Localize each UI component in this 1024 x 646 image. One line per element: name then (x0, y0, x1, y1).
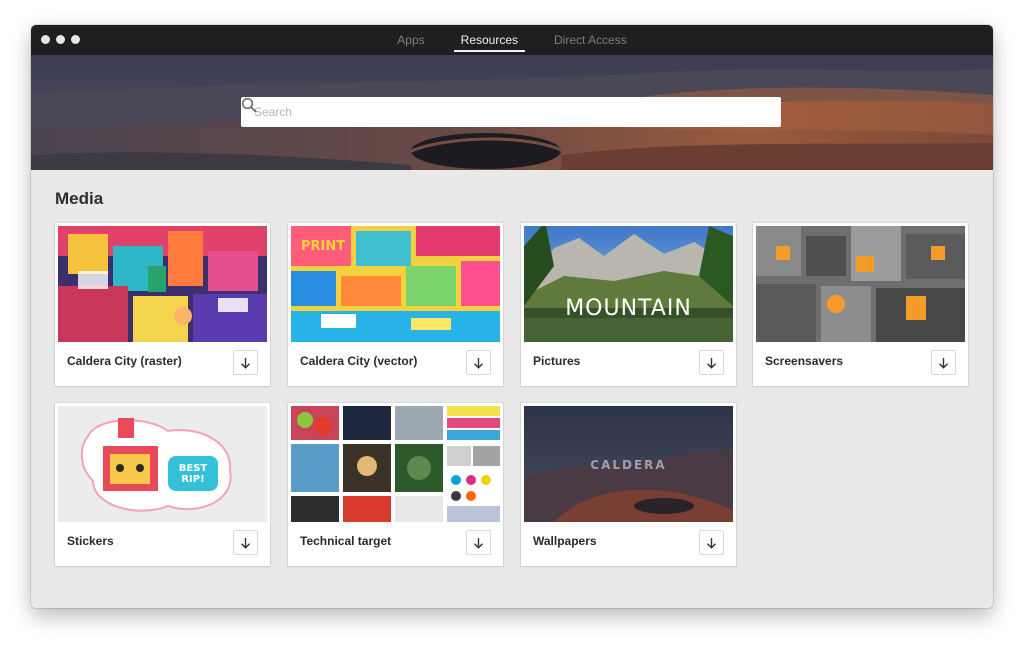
card-label: Screensavers (765, 354, 844, 368)
media-card-caldera-city-vector[interactable]: PRINT Caldera City (vector) (288, 223, 503, 386)
card-label: Caldera City (raster) (67, 354, 182, 368)
download-icon (707, 357, 716, 369)
media-card-caldera-city-raster[interactable]: Caldera City (raster) (55, 223, 270, 386)
search-icon[interactable] (241, 97, 257, 113)
title-bar: Apps Resources Direct Access (31, 25, 993, 55)
app-window: Apps Resources Direct Access Search Medi… (31, 25, 993, 608)
media-card-stickers[interactable]: BEST RIP! Stickers (55, 403, 270, 566)
media-card-pictures[interactable]: MOUNTAIN Pictures (521, 223, 736, 386)
thumbnail-pictures: MOUNTAIN (524, 226, 733, 342)
download-button[interactable] (699, 530, 724, 555)
download-button[interactable] (233, 530, 258, 555)
section-title-media: Media (55, 189, 104, 208)
hero-banner (31, 55, 993, 170)
download-icon (939, 357, 948, 369)
thumbnail-stickers: BEST RIP! (58, 406, 267, 522)
download-icon (474, 537, 483, 549)
svg-text:PRINT: PRINT (301, 239, 345, 254)
download-icon (707, 537, 716, 549)
card-label: Wallpapers (533, 534, 597, 548)
thumbnail-caldera-city-raster (58, 226, 267, 342)
thumbnail-caldera-city-vector: PRINT (291, 226, 500, 342)
thumbnail-overlay-text: CALDERA (590, 458, 667, 472)
download-button[interactable] (466, 350, 491, 375)
media-card-screensavers[interactable]: Screensavers (753, 223, 968, 386)
download-icon (241, 537, 250, 549)
download-icon (474, 357, 483, 369)
media-card-wallpapers[interactable]: CALDERA Wallpapers (521, 403, 736, 566)
download-button[interactable] (233, 350, 258, 375)
card-label: Technical target (300, 534, 392, 548)
thumbnail-overlay-text: MOUNTAIN (565, 296, 692, 321)
search-input[interactable] (241, 98, 731, 126)
sticker-text: BEST RIP! (178, 463, 208, 485)
thumbnail-screensavers (756, 226, 965, 342)
download-icon (241, 357, 250, 369)
nav-tabs: Apps Resources Direct Access (31, 25, 993, 55)
download-button[interactable] (699, 350, 724, 375)
card-label: Pictures (533, 354, 581, 368)
search-bar (241, 97, 781, 127)
thumbnail-technical-target (291, 406, 500, 522)
download-button[interactable] (931, 350, 956, 375)
thumbnail-wallpapers: CALDERA (524, 406, 733, 522)
tab-resources[interactable]: Resources (453, 25, 526, 55)
download-button[interactable] (466, 530, 491, 555)
tab-direct-access[interactable]: Direct Access (550, 25, 631, 55)
card-label: Stickers (67, 534, 114, 548)
card-label: Caldera City (vector) (300, 354, 418, 368)
tab-apps[interactable]: Apps (393, 25, 428, 55)
media-card-technical-target[interactable]: Technical target (288, 403, 503, 566)
